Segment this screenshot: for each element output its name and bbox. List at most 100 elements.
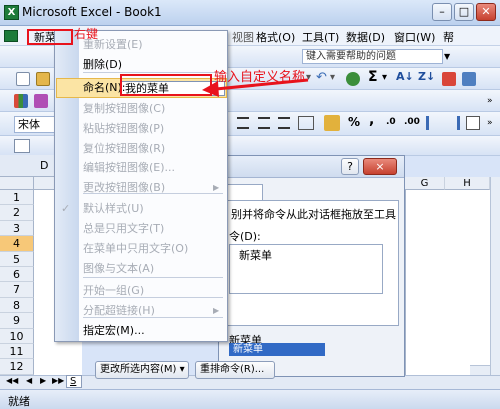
borders-icon[interactable] bbox=[466, 116, 480, 130]
row-header-1[interactable]: 1 bbox=[0, 190, 34, 206]
new-menu-highlight-box bbox=[27, 29, 73, 45]
dialog-close-button[interactable]: × bbox=[363, 158, 397, 175]
menu-item-14[interactable]: 指定宏(M)... bbox=[83, 323, 145, 339]
excel-app-icon[interactable]: X bbox=[4, 5, 19, 20]
sort-ascending-icon[interactable]: A↓ bbox=[396, 70, 414, 83]
redo-dropdown-icon[interactable]: ▾ bbox=[330, 72, 335, 83]
sheet-tab[interactable]: S bbox=[66, 375, 82, 388]
new-file-icon[interactable] bbox=[16, 72, 30, 86]
menu-data[interactable]: 数据(D) bbox=[346, 29, 385, 45]
doc-icon[interactable] bbox=[4, 30, 18, 42]
horizontal-scrollbar[interactable] bbox=[470, 365, 490, 375]
help-search-input[interactable]: 键入需要帮助的问题 bbox=[302, 49, 443, 64]
select-all-corner[interactable] bbox=[0, 177, 34, 190]
dialog-tab[interactable] bbox=[225, 184, 263, 200]
col-d-header-partial: D bbox=[40, 159, 49, 172]
comma-style-button[interactable]: , bbox=[369, 112, 374, 128]
menu-item-7[interactable]: 更改按钮图像(B) bbox=[83, 180, 165, 196]
minimize-button[interactable]: – bbox=[432, 3, 452, 21]
row-header-3[interactable]: 3 bbox=[0, 220, 34, 237]
menu-format[interactable]: 格式(O) bbox=[256, 29, 295, 45]
row-header-8[interactable]: 8 bbox=[0, 297, 34, 314]
drawing-icon[interactable] bbox=[462, 72, 476, 86]
decrease-indent-icon[interactable] bbox=[426, 116, 440, 130]
menu-item-8[interactable]: 默认样式(U) bbox=[83, 201, 144, 217]
menu-window[interactable]: 窗口(W) bbox=[394, 29, 435, 45]
align-center-icon[interactable] bbox=[258, 117, 270, 129]
menu-item-11[interactable]: 图像与文本(A) bbox=[83, 261, 154, 277]
menu-item-6[interactable]: 编辑按钮图像(E)... bbox=[83, 160, 175, 176]
redo-icon[interactable]: ↶ bbox=[316, 70, 327, 85]
row-header-7[interactable]: 7 bbox=[0, 282, 34, 298]
autosum-icon[interactable]: Σ bbox=[368, 69, 378, 85]
next-sheet-icon[interactable]: ▶ bbox=[40, 376, 46, 385]
col-header-h[interactable]: H bbox=[445, 177, 490, 190]
align-right-icon[interactable] bbox=[278, 117, 290, 129]
status-text: 就绪 bbox=[8, 395, 30, 408]
research-icon[interactable] bbox=[34, 94, 48, 108]
currency-icon[interactable] bbox=[324, 115, 340, 131]
commands-list-item[interactable]: 新菜单 bbox=[239, 247, 272, 263]
prev-sheet-icon[interactable]: ◀ bbox=[26, 376, 32, 385]
align-left-icon[interactable] bbox=[237, 117, 249, 129]
checkmark-icon: ✓ bbox=[61, 202, 71, 215]
first-sheet-icon[interactable]: ◀◀ bbox=[6, 376, 18, 385]
vertical-scrollbar[interactable] bbox=[490, 177, 500, 375]
customize-dialog: ? × 别并将命令从此对话框拖放至工具 令(D): 新菜单 新菜单 新菜单 更改… bbox=[95, 155, 405, 379]
menu-separator bbox=[83, 277, 223, 278]
row-header-6[interactable]: 6 bbox=[0, 267, 34, 283]
menu-item-9[interactable]: 总是只用文字(T) bbox=[83, 221, 164, 237]
hyperlink-icon[interactable] bbox=[346, 72, 360, 86]
rearrange-commands-button[interactable]: 重排命令(R)... bbox=[195, 361, 275, 379]
sort-descending-icon[interactable]: Z↓ bbox=[418, 70, 435, 83]
submenu-arrow-icon: ▶ bbox=[213, 306, 220, 315]
autosum-dropdown-icon[interactable]: ▾ bbox=[382, 72, 387, 83]
merge-center-icon[interactable] bbox=[298, 116, 314, 130]
menu-item-5[interactable]: 复位按钮图像(R) bbox=[83, 141, 165, 157]
row-header-11[interactable]: 11 bbox=[0, 344, 34, 360]
increase-decimal-icon[interactable]: .0 bbox=[386, 117, 396, 127]
menu-tools[interactable]: 工具(T) bbox=[302, 29, 339, 45]
open-folder-icon[interactable] bbox=[36, 72, 50, 86]
window-title: Microsoft Excel - Book1 bbox=[22, 5, 162, 19]
annotation-right-click: 右键 bbox=[74, 27, 99, 41]
row-header-2[interactable]: 2 bbox=[0, 205, 34, 221]
menu-item-4[interactable]: 粘贴按钮图像(P) bbox=[83, 121, 164, 137]
modify-selection-button[interactable]: 更改所选内容(M) ▾ bbox=[95, 361, 189, 379]
menu-item-1[interactable]: 删除(D) bbox=[83, 57, 122, 73]
title-bar: X Microsoft Excel - Book1 – □ ✕ bbox=[0, 0, 500, 26]
decrease-decimal-icon[interactable]: .00 bbox=[404, 117, 420, 127]
dialog-help-button[interactable]: ? bbox=[341, 158, 359, 175]
menu-item-13[interactable]: 分配超链接(H) bbox=[83, 303, 155, 319]
row-header-9[interactable]: 9 bbox=[0, 313, 34, 329]
menu-help[interactable]: 帮 bbox=[443, 29, 454, 45]
chart-wizard-icon[interactable] bbox=[442, 72, 456, 86]
increase-indent-icon[interactable] bbox=[446, 116, 460, 130]
category-selected-item[interactable]: 新菜单 bbox=[229, 343, 325, 356]
col-header-g[interactable]: G bbox=[405, 177, 445, 190]
sheet-right-area[interactable] bbox=[405, 177, 500, 375]
name-input-highlight-box bbox=[120, 74, 212, 96]
maximize-button[interactable]: □ bbox=[454, 3, 474, 21]
dialog-instruction: 别并将命令从此对话框拖放至工具 bbox=[231, 208, 396, 221]
row-header-10[interactable]: 10 bbox=[0, 328, 34, 344]
submenu-arrow-icon: ▶ bbox=[213, 183, 220, 192]
row-header-4[interactable]: 4 bbox=[0, 236, 34, 252]
help-dropdown-icon[interactable]: ▼ bbox=[444, 52, 450, 61]
row-header-12[interactable]: 12 bbox=[0, 359, 34, 375]
menu-item-3[interactable]: 复制按钮图像(C) bbox=[83, 101, 165, 117]
borders-grid-icon[interactable] bbox=[14, 139, 30, 153]
row-header-5[interactable]: 5 bbox=[0, 251, 34, 267]
menu-item-10[interactable]: 在菜单中只用文字(O) bbox=[83, 241, 188, 257]
chart-icon[interactable] bbox=[14, 94, 28, 108]
percent-style-button[interactable]: % bbox=[348, 115, 360, 129]
toolbar-options-icon[interactable]: » bbox=[487, 96, 493, 106]
format-options-icon[interactable]: » bbox=[487, 118, 493, 128]
arrow-line bbox=[215, 78, 309, 91]
close-button[interactable]: ✕ bbox=[476, 3, 496, 21]
last-sheet-icon[interactable]: ▶▶ bbox=[52, 376, 64, 385]
menu-item-12[interactable]: 开始一组(G) bbox=[83, 283, 144, 299]
menu-view-partial[interactable]: 视图 bbox=[232, 29, 254, 45]
annotation-arrow bbox=[202, 78, 309, 97]
commands-label: 令(D): bbox=[229, 230, 261, 243]
